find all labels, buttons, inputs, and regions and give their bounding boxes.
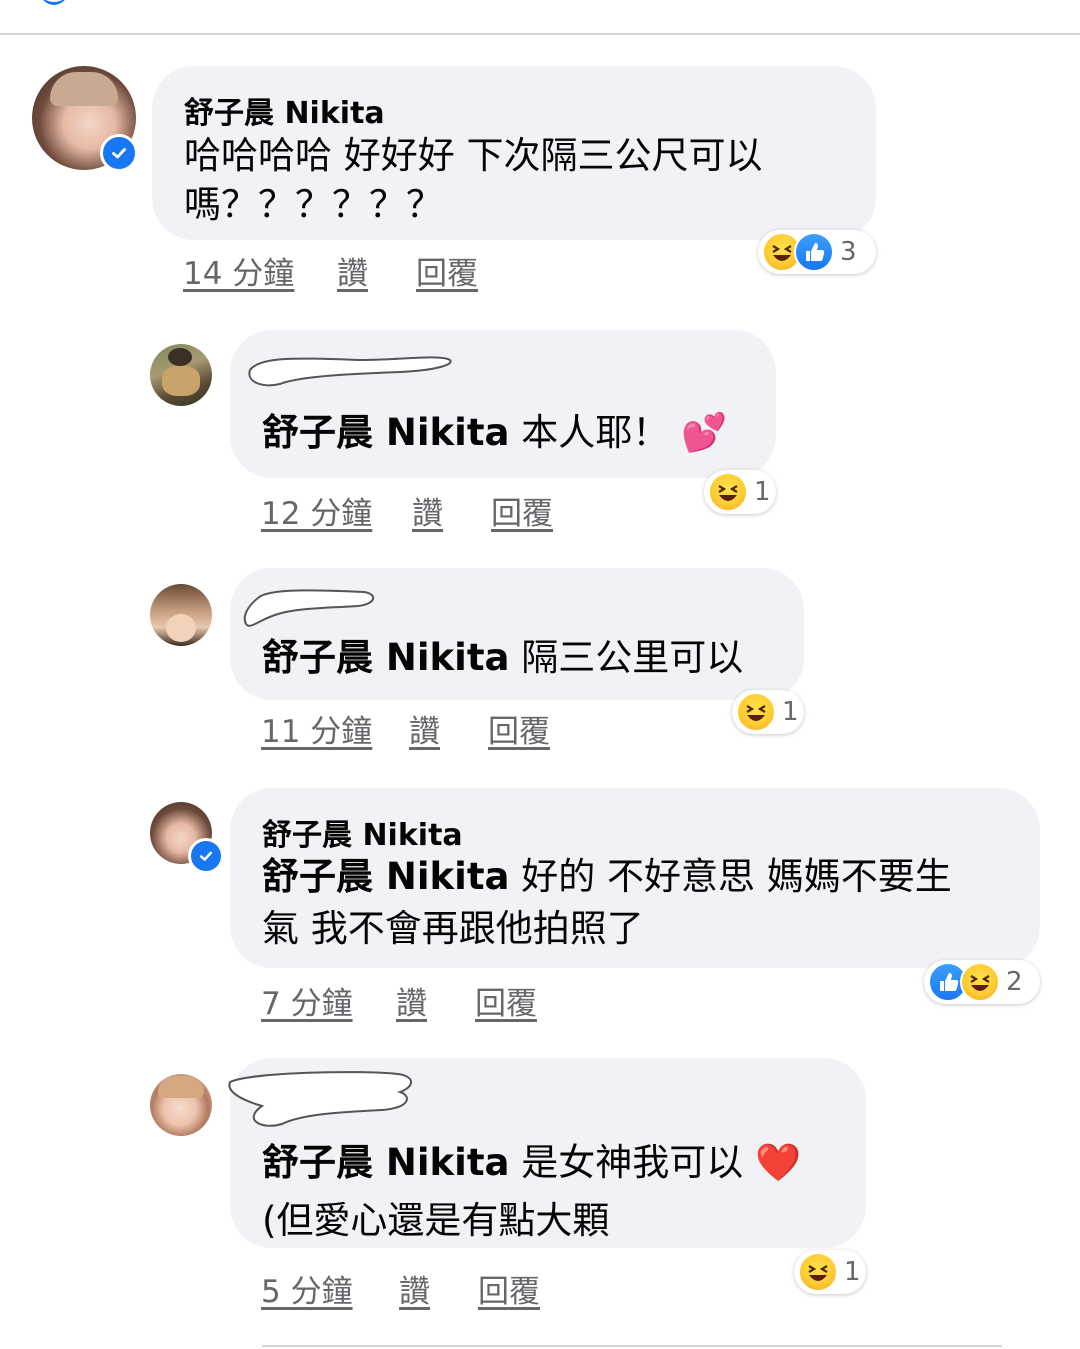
timestamp-link[interactable]: 7 分鐘 bbox=[261, 978, 353, 1023]
divider bbox=[262, 1345, 1002, 1347]
redacted-name-scribble bbox=[243, 589, 374, 627]
comment-text-line-1: 哈哈哈哈 好好好 下次隔三公尺可以 bbox=[184, 134, 763, 177]
redacted-name-scribble bbox=[228, 1071, 412, 1127]
reaction-summary[interactable]: 2 bbox=[924, 960, 1040, 1004]
haha-icon bbox=[960, 962, 1000, 1002]
comment-text-line-1: 舒子晨 Nikita 好的 不好意思 媽媽不要生 bbox=[262, 855, 952, 898]
comment-text-line-1: 舒子晨 Nikita 是女神我可以 ❤️ bbox=[262, 1141, 802, 1184]
avatar[interactable] bbox=[150, 344, 212, 406]
reaction-summary[interactable]: 1 bbox=[704, 470, 776, 514]
like-button[interactable]: 讚 bbox=[396, 978, 427, 1023]
comment-text-line-2: (但愛心還是有點大顆 bbox=[262, 1199, 610, 1242]
haha-icon bbox=[708, 472, 748, 512]
like-button[interactable]: 讚 bbox=[412, 488, 443, 533]
redacted-name-scribble bbox=[248, 356, 452, 387]
reply-button[interactable]: 回覆 bbox=[416, 248, 478, 293]
like-icon bbox=[794, 232, 834, 272]
comment-text-line-2: 嗎？？？？？？ bbox=[184, 183, 443, 226]
mention-link[interactable]: 舒子晨 Nikita bbox=[262, 855, 509, 898]
partial-icon bbox=[40, 0, 68, 5]
timestamp-link[interactable]: 5 分鐘 bbox=[261, 1266, 353, 1311]
divider bbox=[0, 33, 1080, 35]
comment-text-line-2: 氣 我不會再跟他拍照了 bbox=[262, 907, 644, 950]
comment-text-line-1: 舒子晨 Nikita 隔三公里可以 bbox=[262, 636, 744, 679]
reply-button[interactable]: 回覆 bbox=[488, 706, 550, 751]
two-hearts-emoji: 💕 bbox=[681, 411, 728, 454]
timestamp-link[interactable]: 12 分鐘 bbox=[261, 488, 372, 533]
avatar[interactable] bbox=[32, 66, 138, 172]
author-name[interactable]: 舒子晨 Nikita bbox=[184, 88, 385, 132]
mention-link[interactable]: 舒子晨 Nikita bbox=[262, 411, 509, 454]
reaction-summary[interactable]: 1 bbox=[732, 690, 804, 734]
reply-button[interactable]: 回覆 bbox=[478, 1266, 540, 1311]
reply-button[interactable]: 回覆 bbox=[475, 978, 537, 1023]
verified-badge-icon bbox=[100, 134, 138, 172]
reaction-summary[interactable]: 1 bbox=[794, 1250, 866, 1294]
like-button[interactable]: 讚 bbox=[337, 248, 368, 293]
reaction-summary[interactable]: 3 bbox=[758, 230, 876, 274]
reaction-count: 3 bbox=[840, 237, 857, 267]
red-heart-emoji: ❤️ bbox=[755, 1141, 802, 1184]
reaction-count: 1 bbox=[754, 477, 771, 507]
reaction-count: 1 bbox=[844, 1257, 861, 1287]
reply-button[interactable]: 回覆 bbox=[491, 488, 553, 533]
comment-text-line-1: 舒子晨 Nikita 本人耶！ 💕 bbox=[262, 411, 728, 454]
mention-link[interactable]: 舒子晨 Nikita bbox=[262, 636, 509, 679]
avatar[interactable] bbox=[150, 1074, 212, 1136]
reaction-count: 2 bbox=[1006, 967, 1023, 997]
author-name[interactable]: 舒子晨 Nikita bbox=[262, 810, 463, 854]
haha-icon bbox=[798, 1252, 838, 1292]
reaction-count: 1 bbox=[782, 697, 799, 727]
verified-badge-icon bbox=[188, 838, 224, 874]
haha-icon bbox=[736, 692, 776, 732]
like-button[interactable]: 讚 bbox=[399, 1266, 430, 1311]
mention-link[interactable]: 舒子晨 Nikita bbox=[262, 1141, 509, 1184]
like-button[interactable]: 讚 bbox=[409, 706, 440, 751]
timestamp-link[interactable]: 14 分鐘 bbox=[183, 248, 294, 293]
avatar[interactable] bbox=[150, 802, 224, 874]
timestamp-link[interactable]: 11 分鐘 bbox=[261, 706, 372, 751]
avatar[interactable] bbox=[150, 584, 212, 646]
